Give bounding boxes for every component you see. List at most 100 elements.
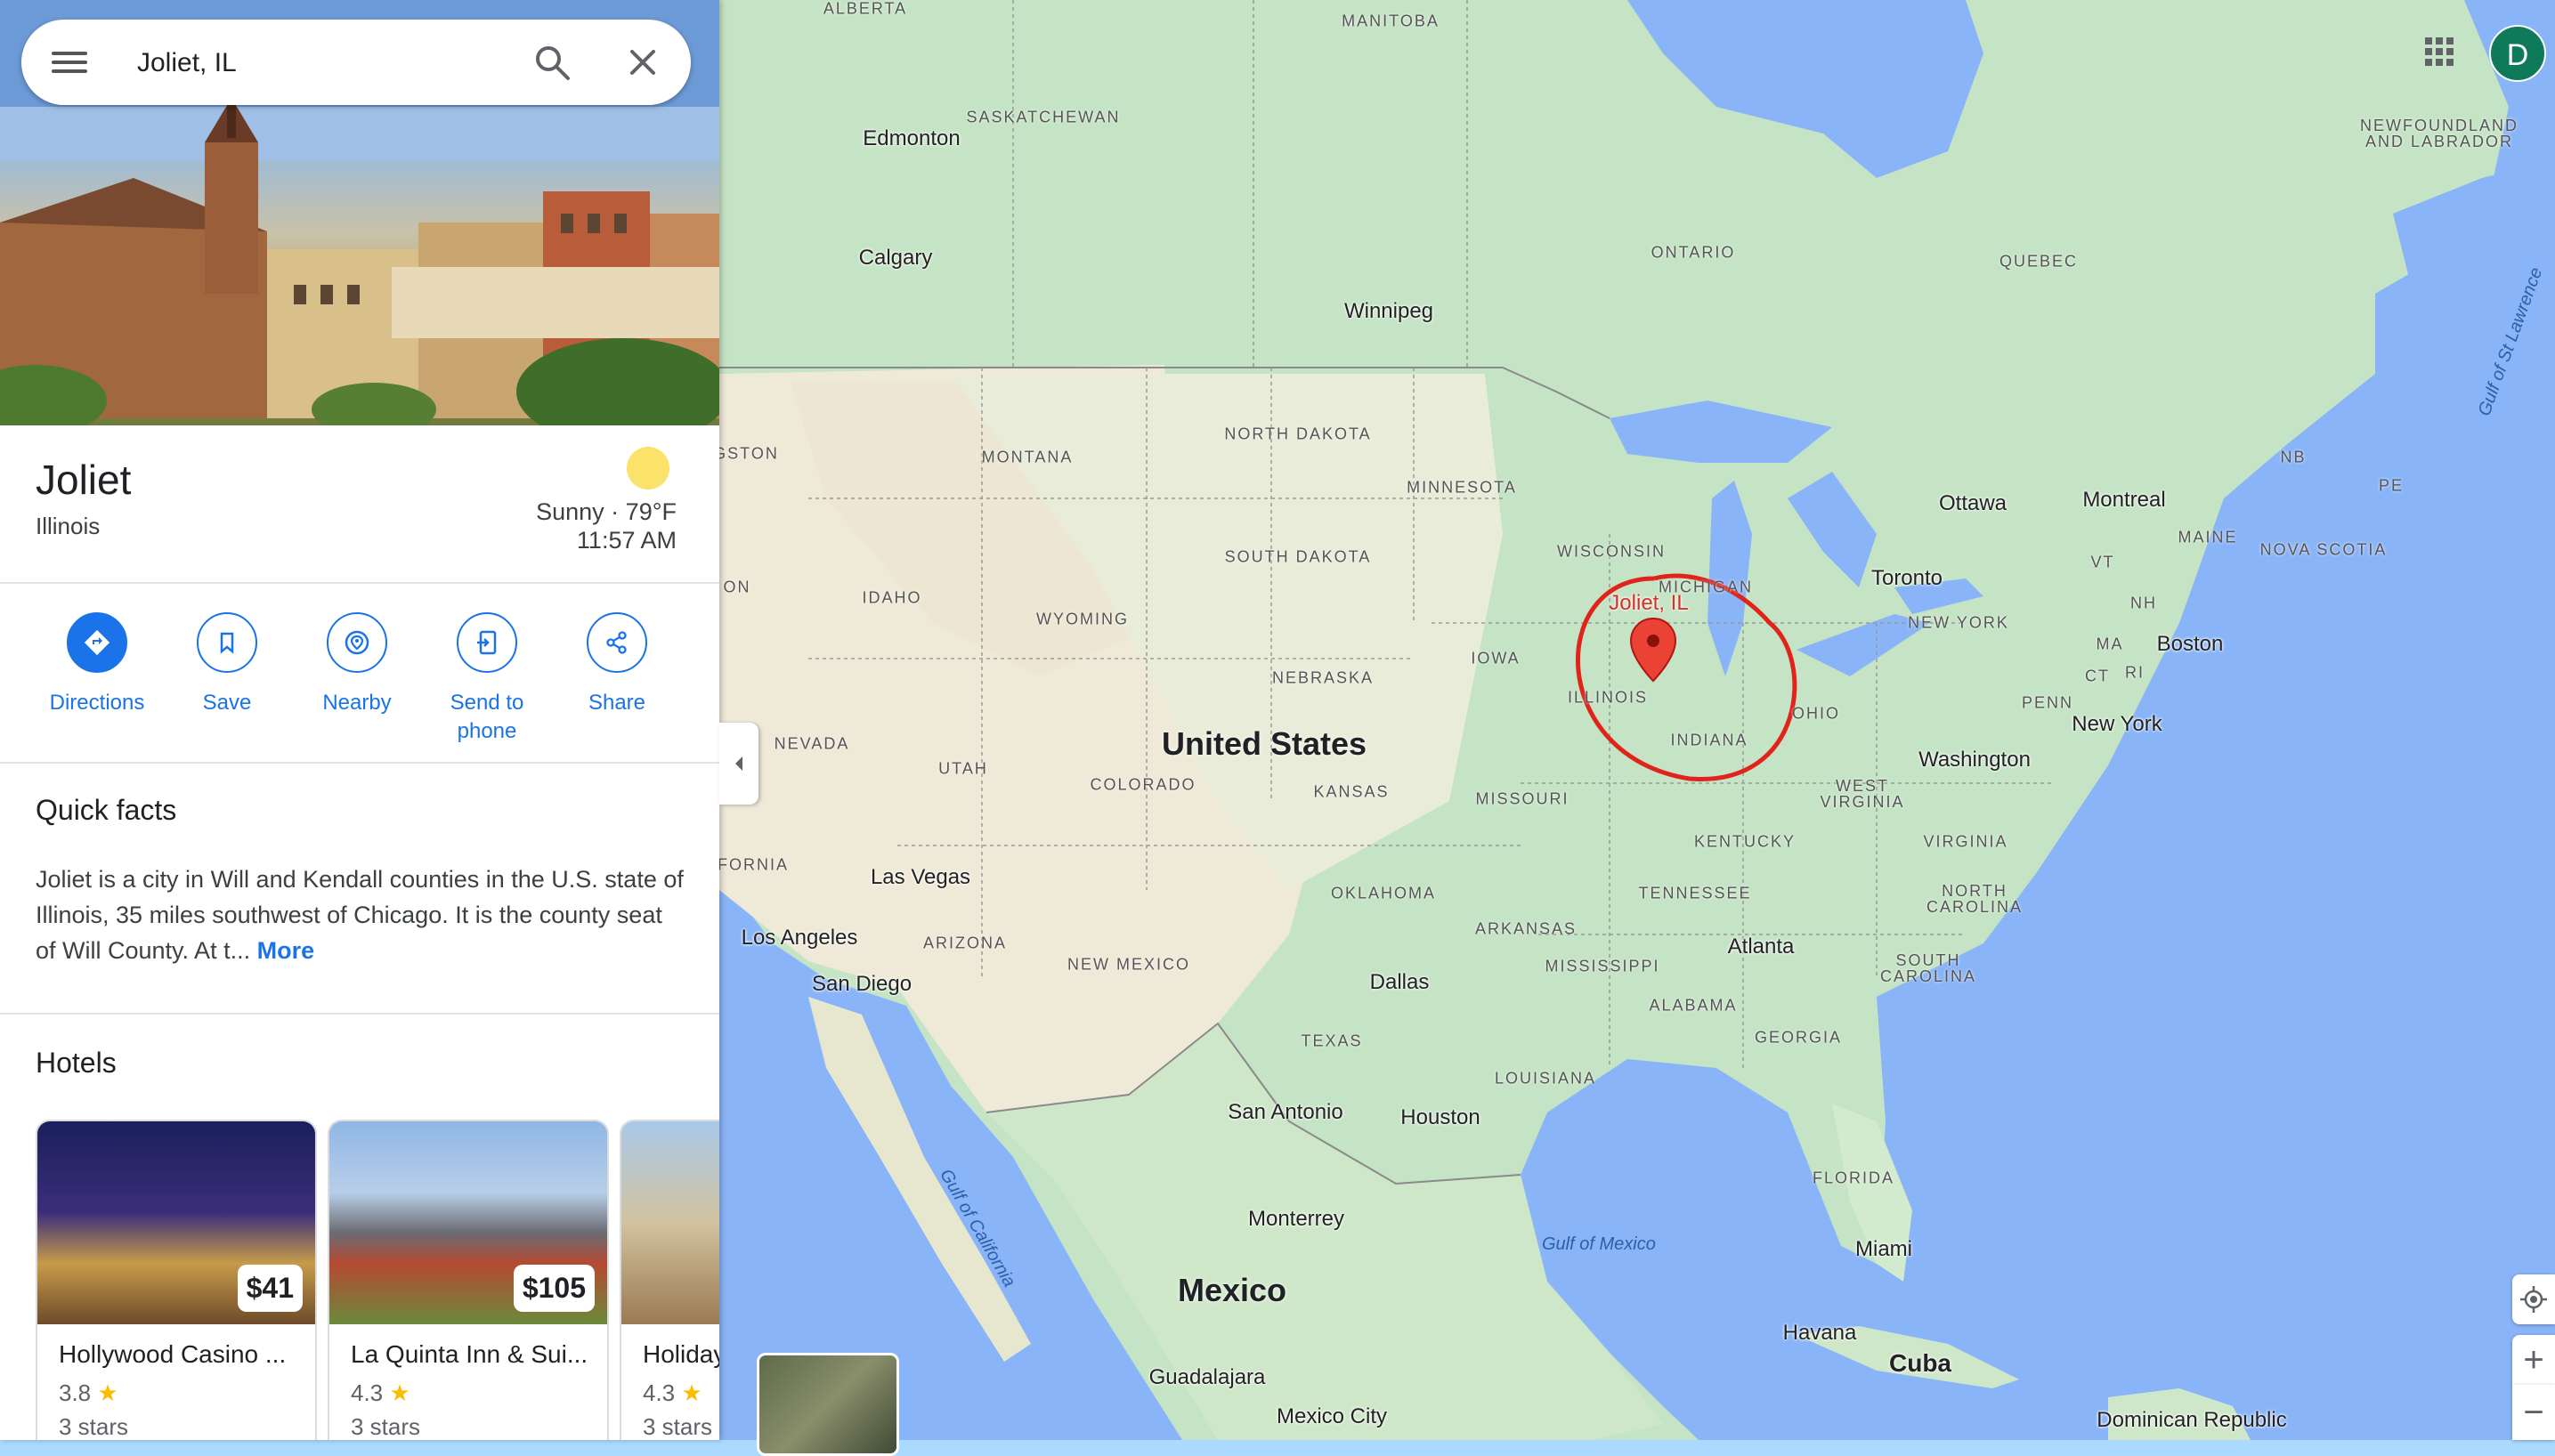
region-label: VIRGINIA — [1923, 832, 2008, 851]
hotel-card[interactable]: $105 La Quinta Inn & Sui... 4.3 ★ 3 star… — [328, 1120, 609, 1440]
hotel-class: 3 stars — [59, 1413, 129, 1440]
hotel-card[interactable]: Holiday 4.3 ★ 3 stars — [620, 1120, 719, 1440]
menu-icon[interactable] — [52, 46, 87, 78]
close-icon[interactable] — [623, 43, 662, 82]
city-label: Calgary — [858, 246, 933, 270]
sun-icon — [627, 447, 669, 489]
region-label: MISSISSIPPI — [1545, 957, 1660, 975]
share-label: Share — [588, 691, 646, 715]
zoom-out-button[interactable]: − — [2512, 1385, 2555, 1440]
quick-facts-heading: Quick facts — [36, 794, 177, 826]
region-label: NH — [2130, 594, 2157, 612]
region-label: NEWFOUNDLAND AND LABRADOR — [2359, 117, 2518, 150]
send-to-phone-icon — [457, 612, 517, 673]
hotel-name: Hollywood Casino ... — [59, 1340, 287, 1368]
region-label: WISCONSIN — [1556, 542, 1667, 561]
region-label: LOUISIANA — [1494, 1069, 1597, 1088]
region-label: OHIO — [1791, 704, 1841, 723]
water-label: Gulf of Mexico — [1542, 1234, 1656, 1254]
region-label: ARKANSAS — [1474, 919, 1578, 938]
search-input[interactable] — [135, 41, 513, 85]
nearby-icon — [327, 612, 387, 673]
save-button[interactable]: Save — [162, 612, 292, 717]
region-label: GEORGIA — [1754, 1028, 1843, 1047]
hotel-rating-value: 4.3 — [351, 1379, 384, 1406]
region-label: NOVA SCOTIA — [2259, 540, 2388, 559]
city-label: Houston — [1400, 1105, 1480, 1129]
my-location-icon — [2520, 1286, 2547, 1313]
star-icon: ★ — [97, 1379, 118, 1406]
nearby-button[interactable]: Nearby — [292, 612, 422, 717]
nearby-label: Nearby — [322, 691, 392, 715]
more-link[interactable]: More — [257, 937, 315, 964]
city-label: Atlanta — [1727, 934, 1795, 959]
bookmark-icon — [197, 612, 257, 673]
share-button[interactable]: Share — [552, 612, 682, 717]
send-to-phone-label: Send to phone — [450, 691, 524, 743]
hotels-heading: Hotels — [36, 1047, 117, 1079]
region-label: ONTARIO — [1651, 243, 1736, 262]
share-icon — [587, 612, 647, 673]
city-label: Mexico City — [1276, 1404, 1388, 1428]
map-canvas[interactable]: United States Mexico Cuba Joliet, IL Edm… — [719, 0, 2555, 1440]
apps-grid-icon[interactable] — [2423, 36, 2455, 68]
hotel-rating-value: 3.8 — [59, 1379, 92, 1406]
region-label: MAINE — [2178, 528, 2238, 546]
region-label: ALBERTA — [823, 0, 908, 18]
region-label: SASKATCHEWAN — [966, 108, 1121, 126]
region-label: MA — [2096, 635, 2124, 653]
region-label: MANITOBA — [1342, 12, 1440, 30]
country-label: Mexico — [1177, 1272, 1287, 1308]
region-label: IOWA — [1471, 649, 1521, 667]
city-label: Winnipeg — [1343, 299, 1434, 323]
region-label: UTAH — [938, 759, 988, 778]
save-label: Save — [202, 691, 252, 715]
city-label: Monterrey — [1247, 1207, 1345, 1231]
send-to-phone-button[interactable]: Send to phone — [422, 612, 552, 746]
city-label: Los Angeles — [741, 926, 858, 950]
hotel-card[interactable]: $41 Hollywood Casino ... 3.8 ★ 3 stars — [36, 1120, 317, 1440]
city-label: Dallas — [1369, 970, 1430, 994]
region-label: NORTH DAKOTA — [1224, 425, 1372, 443]
region-label: OKLAHOMA — [1330, 884, 1437, 902]
star-icon: ★ — [681, 1379, 702, 1406]
region-label: INDIANA — [1670, 731, 1748, 749]
city-label: San Antonio — [1228, 1100, 1343, 1124]
hotel-photo: $41 — [37, 1121, 315, 1324]
directions-button[interactable]: Directions — [32, 612, 162, 717]
region-label: TEXAS — [1301, 1031, 1363, 1050]
region-label: PE — [2378, 476, 2405, 495]
hotel-class: 3 stars — [351, 1413, 421, 1440]
hotel-name: Holiday — [643, 1340, 719, 1368]
region-label: NEVADA — [774, 734, 850, 753]
region-label: NEW MEXICO — [1067, 955, 1191, 974]
hotel-name: La Quinta Inn & Sui... — [351, 1340, 588, 1368]
place-title: Joliet — [36, 457, 132, 503]
quick-facts-section: Quick facts Joliet is a city in Will and… — [0, 764, 719, 1015]
region-label: COLORADO — [1090, 775, 1196, 794]
my-location-button[interactable] — [2512, 1274, 2555, 1324]
region-label: TENNESSEE — [1638, 884, 1752, 902]
hotel-class: 3 stars — [643, 1413, 713, 1440]
directions-label: Directions — [49, 691, 145, 715]
country-label: United States — [1161, 725, 1367, 762]
place-header: Joliet Illinois Sunny · 79°F 11:57 AM — [0, 425, 719, 584]
region-label: MICHIGAN — [1659, 578, 1753, 596]
search-box — [21, 20, 691, 105]
region-label: MINNESOTA — [1407, 478, 1517, 497]
search-icon[interactable] — [532, 43, 572, 82]
city-label: Las Vegas — [870, 865, 971, 889]
collapse-panel-button[interactable] — [719, 723, 758, 805]
layers-button[interactable] — [757, 1353, 899, 1456]
region-label: QUEBEC — [1999, 252, 2079, 271]
weather-time: 11:57 AM — [576, 527, 677, 554]
map-base — [719, 0, 2555, 1440]
city-label: Havana — [1782, 1321, 1857, 1345]
place-subtitle: Illinois — [36, 513, 101, 539]
region-label: SOUTH DAKOTA — [1224, 547, 1372, 566]
chevron-left-icon — [735, 756, 742, 771]
city-label: Dominican Republic — [2097, 1408, 2287, 1432]
zoom-in-button[interactable]: + — [2512, 1335, 2555, 1385]
avatar[interactable]: D — [2489, 25, 2546, 82]
region-label: NB — [2280, 448, 2307, 466]
